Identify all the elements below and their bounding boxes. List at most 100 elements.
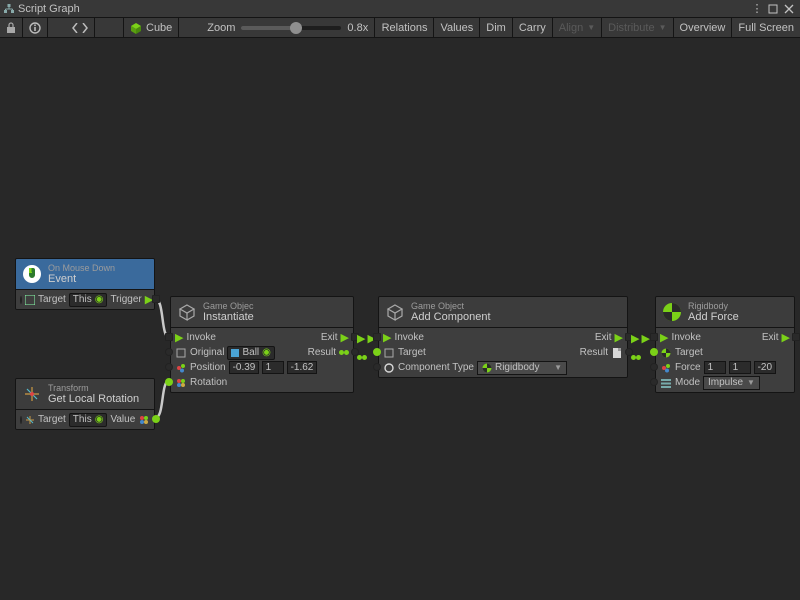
node-header[interactable]: Game ObjectAdd Component bbox=[379, 297, 627, 328]
dim-button[interactable]: Dim bbox=[480, 18, 512, 38]
window-close-icon[interactable] bbox=[782, 2, 796, 16]
row-component-type: Component Type Rigidbody ▼ bbox=[379, 360, 627, 375]
port-invoke-in[interactable] bbox=[373, 333, 381, 341]
target-this-pill[interactable]: This◉ bbox=[69, 293, 108, 307]
port-in[interactable] bbox=[20, 296, 22, 304]
edge-data bbox=[631, 351, 641, 363]
port-trigger-out[interactable] bbox=[152, 295, 160, 303]
node-get-local-rotation[interactable]: TransformGet Local Rotation Target This◉… bbox=[15, 378, 155, 430]
row-target-value: Target This◉ Value bbox=[16, 412, 154, 427]
flow-arrow-icon: ▶ bbox=[615, 334, 623, 342]
script-icon bbox=[611, 347, 623, 359]
row-invoke-exit: ▶ Invoke Exit▶ bbox=[171, 330, 353, 345]
mode-dropdown[interactable]: Impulse▼ bbox=[703, 376, 760, 390]
toolbar: Cube Zoom 0.8x Relations Values Dim Carr… bbox=[0, 18, 800, 38]
row-target-trigger: Target This◉ Trigger ▶ bbox=[16, 292, 154, 307]
transform-icon bbox=[22, 384, 42, 404]
row-target: Target bbox=[656, 345, 794, 360]
force-x-input[interactable] bbox=[704, 361, 726, 374]
pos-y-input[interactable] bbox=[262, 361, 284, 374]
node-instantiate[interactable]: Game ObjecInstantiate ▶ Invoke Exit▶ Ori… bbox=[170, 296, 354, 393]
zoom-label: Zoom bbox=[207, 22, 235, 34]
row-mode: Mode Impulse▼ bbox=[656, 375, 794, 390]
original-ball-pill[interactable]: Ball◉ bbox=[227, 346, 274, 360]
force-z-input[interactable] bbox=[754, 361, 776, 374]
port-target-in[interactable] bbox=[650, 348, 658, 356]
port-position-in[interactable] bbox=[165, 363, 173, 371]
row-invoke-exit: ▶ Invoke Exit▶ bbox=[379, 330, 627, 345]
port-comptype-in[interactable] bbox=[373, 363, 381, 371]
node-header[interactable]: RigidbodyAdd Force bbox=[656, 297, 794, 328]
port-target-in[interactable] bbox=[373, 348, 381, 356]
graph-canvas[interactable]: On Mouse DownEvent Target This◉ Trigger … bbox=[0, 38, 800, 600]
target-this-pill[interactable]: This◉ bbox=[69, 413, 108, 427]
flow-arrow-icon: ▶ bbox=[175, 334, 183, 342]
zoom-value: 0.8x bbox=[347, 22, 368, 34]
node-header[interactable]: TransformGet Local Rotation bbox=[16, 379, 154, 410]
row-original-result: Original Ball◉ Result bbox=[171, 345, 353, 360]
event-icon bbox=[22, 264, 42, 284]
window-maximize-icon[interactable] bbox=[766, 2, 780, 16]
enum-icon bbox=[660, 377, 672, 389]
prefab-icon bbox=[231, 349, 239, 357]
node-header[interactable]: Game ObjecInstantiate bbox=[171, 297, 353, 328]
values-button[interactable]: Values bbox=[434, 18, 479, 38]
port-rotation-in[interactable] bbox=[165, 378, 173, 386]
row-invoke-exit: ▶ Invoke Exit▶ bbox=[656, 330, 794, 345]
port-in[interactable] bbox=[20, 416, 22, 424]
edge-flow: ▶▶ bbox=[631, 335, 650, 343]
cube-icon bbox=[383, 347, 395, 359]
distribute-button[interactable]: Distribute ▼ bbox=[602, 18, 672, 38]
port-exit-out[interactable] bbox=[792, 333, 800, 341]
cube-icon bbox=[175, 347, 187, 359]
vector-icon bbox=[175, 362, 187, 374]
row-force: Force bbox=[656, 360, 794, 375]
axes-icon bbox=[25, 414, 35, 426]
port-force-in[interactable] bbox=[650, 363, 658, 371]
node-add-component[interactable]: Game ObjectAdd Component ▶ Invoke Exit▶ … bbox=[378, 296, 628, 378]
window-menu-icon[interactable]: ⋮ bbox=[750, 2, 764, 16]
carry-button[interactable]: Carry bbox=[513, 18, 552, 38]
flow-arrow-icon: ▶ bbox=[782, 334, 790, 342]
window-title: Script Graph bbox=[18, 3, 80, 15]
port-original-in[interactable] bbox=[165, 348, 173, 356]
port-mode-in[interactable] bbox=[650, 378, 658, 386]
zoom-control: Zoom 0.8x bbox=[201, 22, 374, 34]
quaternion-icon bbox=[138, 414, 150, 426]
port-invoke-in[interactable] bbox=[165, 333, 173, 341]
port-value-out[interactable] bbox=[152, 415, 160, 423]
vector-icon bbox=[660, 362, 672, 374]
node-add-force[interactable]: RigidbodyAdd Force ▶ Invoke Exit▶ Target… bbox=[655, 296, 795, 393]
context-object-label: Cube bbox=[146, 22, 172, 34]
port-invoke-in[interactable] bbox=[650, 333, 658, 341]
flow-arrow-icon: ▶ bbox=[341, 334, 349, 342]
lock-button[interactable] bbox=[0, 18, 22, 38]
node-on-mouse-down[interactable]: On Mouse DownEvent Target This◉ Trigger … bbox=[15, 258, 155, 310]
align-button[interactable]: Align ▼ bbox=[553, 18, 601, 38]
script-graph-icon bbox=[4, 4, 14, 14]
relations-button[interactable]: Relations bbox=[376, 18, 434, 38]
cube-icon bbox=[25, 294, 35, 306]
pos-z-input[interactable] bbox=[287, 361, 317, 374]
context-object-button[interactable]: Cube bbox=[124, 18, 178, 38]
code-view-button[interactable] bbox=[66, 18, 94, 38]
chevron-down-icon: ▼ bbox=[554, 363, 562, 372]
gameobject-icon bbox=[177, 302, 197, 322]
info-button[interactable] bbox=[23, 18, 47, 38]
zoom-slider[interactable] bbox=[241, 26, 341, 30]
component-type-dropdown[interactable]: Rigidbody ▼ bbox=[477, 361, 567, 375]
node-header[interactable]: On Mouse DownEvent bbox=[16, 259, 154, 290]
quaternion-icon bbox=[175, 377, 187, 389]
fullscreen-button[interactable]: Full Screen bbox=[732, 18, 800, 38]
overview-button[interactable]: Overview bbox=[674, 18, 732, 38]
row-target-result: Target Result bbox=[379, 345, 627, 360]
gameobject-icon bbox=[385, 302, 405, 322]
rigidbody-small-icon bbox=[660, 347, 672, 359]
edge-data bbox=[357, 351, 367, 363]
force-y-input[interactable] bbox=[729, 361, 751, 374]
rigidbody-icon bbox=[662, 302, 682, 322]
row-position: Position bbox=[171, 360, 353, 375]
pos-x-input[interactable] bbox=[229, 361, 259, 374]
flow-arrow-icon: ▶ bbox=[660, 334, 668, 342]
data-port-icon bbox=[339, 350, 349, 355]
